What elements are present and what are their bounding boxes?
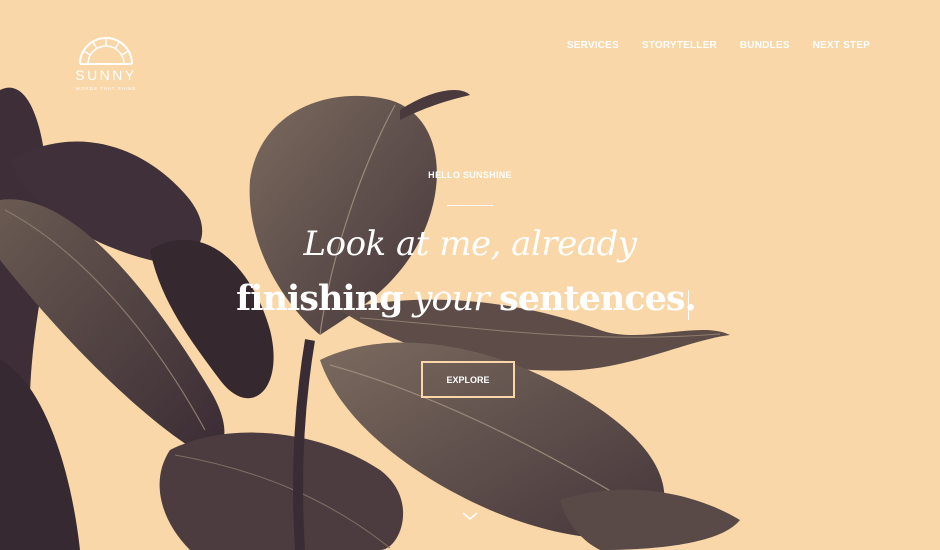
explore-button[interactable]: EXPLORE [421, 361, 515, 398]
nav-item-services[interactable]: SERVICES [567, 40, 619, 51]
sun-half-icon [79, 37, 133, 65]
hero-eyebrow: HELLO SUNSHINE [428, 170, 512, 180]
nav-item-next-step[interactable]: NEXT STEP [813, 40, 870, 51]
logo-tagline: WORDS THAT SHINE [75, 86, 137, 91]
headline-line-1: Look at me, already [303, 224, 637, 264]
headline-word-finishing: finishing [236, 278, 403, 319]
headline-word-sentences: sentences. [499, 278, 697, 319]
headline-word-your: your [412, 279, 490, 319]
logo-title: SUNNY [75, 67, 137, 83]
chevron-down-icon[interactable] [461, 510, 479, 522]
nav-item-bundles[interactable]: BUNDLES [740, 40, 790, 51]
hero-section: SUNNY WORDS THAT SHINE SERVICES STORYTEL… [0, 0, 940, 550]
typing-cursor [688, 290, 689, 320]
divider [447, 205, 493, 206]
nav-item-storyteller[interactable]: STORYTELLER [642, 40, 717, 51]
main-nav: SERVICES STORYTELLER BUNDLES NEXT STEP [567, 40, 870, 51]
logo[interactable]: SUNNY WORDS THAT SHINE [70, 34, 142, 91]
headline-line-2: finishing your sentences. [0, 278, 932, 319]
